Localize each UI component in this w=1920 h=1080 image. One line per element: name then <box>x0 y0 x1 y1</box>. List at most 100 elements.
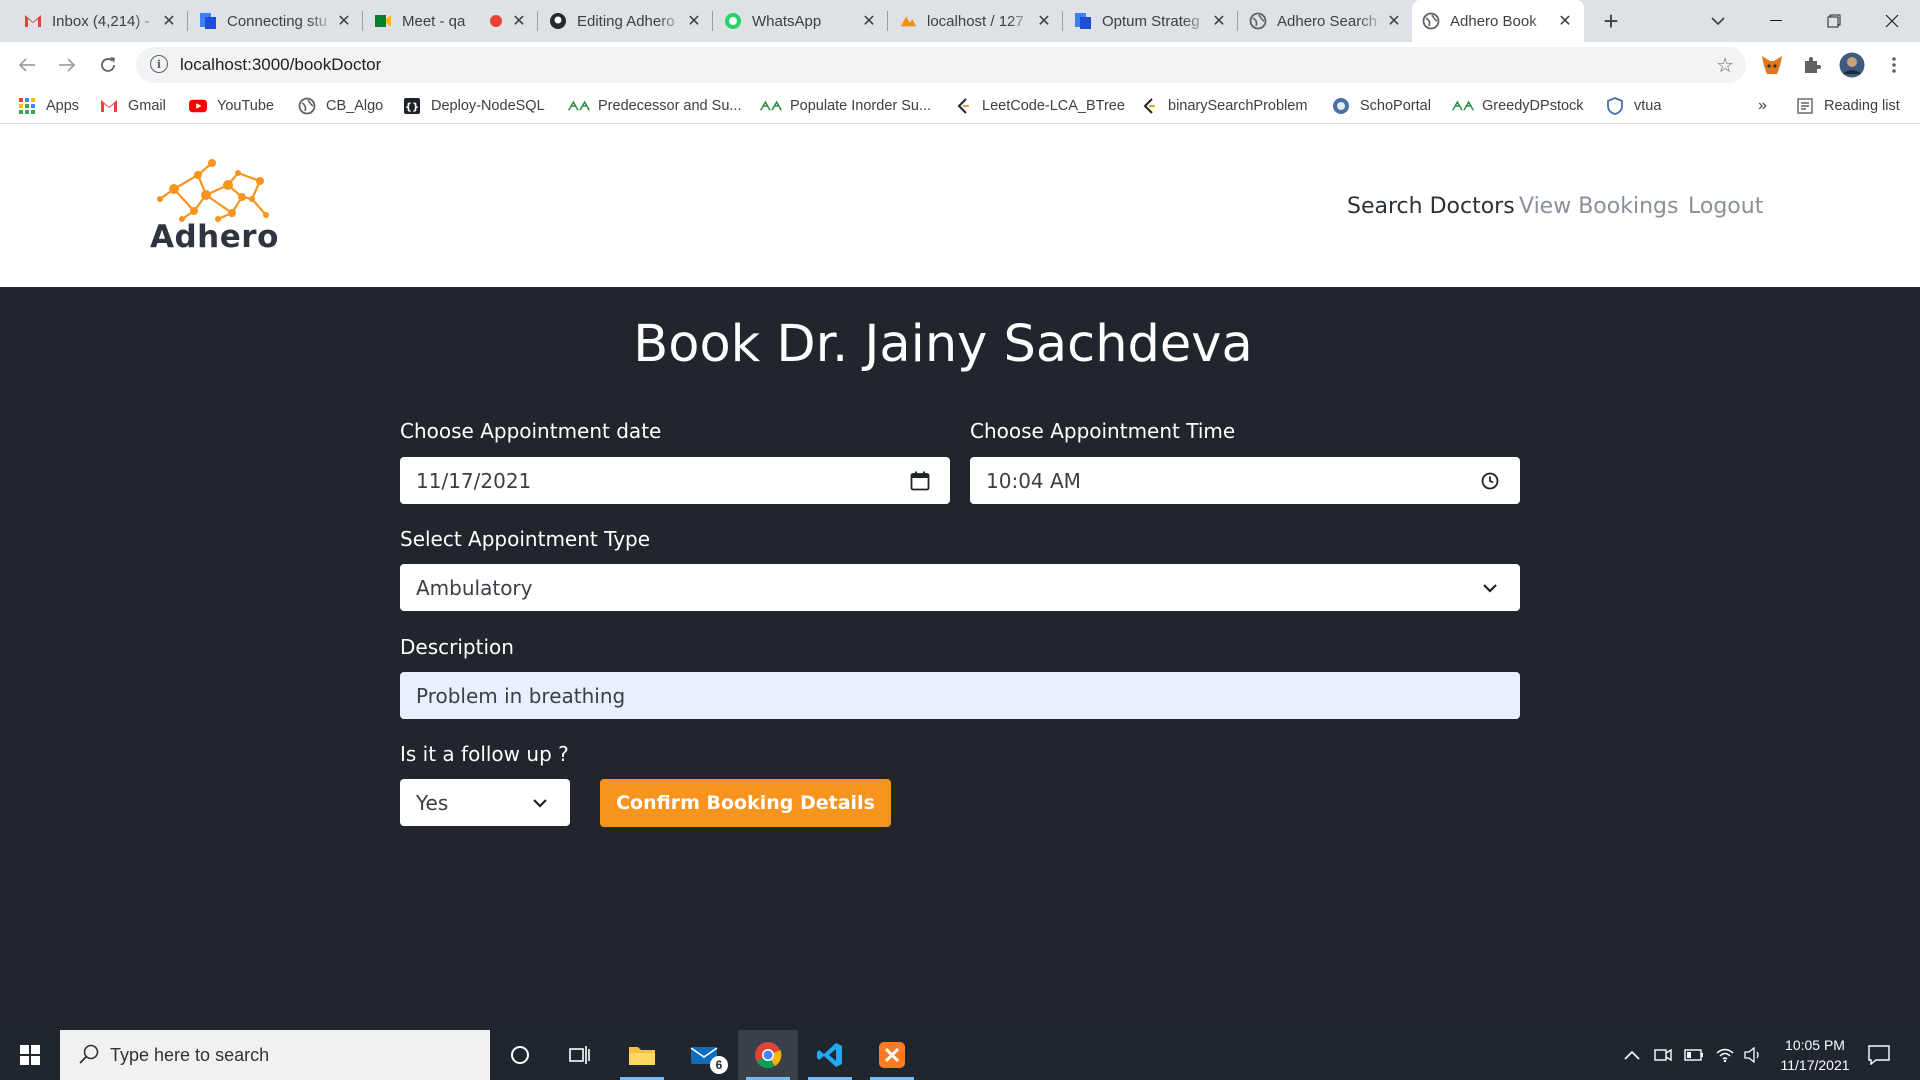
clock-date: 11/17/2021 <box>1780 1057 1850 1073</box>
action-center-button[interactable] <box>1868 1030 1890 1080</box>
profile-avatar[interactable] <box>1838 51 1866 79</box>
vscode-icon <box>817 1043 842 1067</box>
task-view-button[interactable] <box>550 1030 610 1080</box>
bookmark-label: Populate Inorder Su... <box>790 98 932 114</box>
bookmark-schoportal[interactable]: SchoPortal <box>1332 94 1431 118</box>
meet-now-tray[interactable] <box>1654 1030 1672 1080</box>
tab-title: Adhero Book <box>1450 12 1537 30</box>
close-icon[interactable]: ✕ <box>1210 11 1228 31</box>
close-icon[interactable]: ✕ <box>1035 11 1053 31</box>
globe-icon <box>1422 12 1440 30</box>
restore-button[interactable] <box>1806 0 1862 42</box>
xampp-button[interactable] <box>862 1030 922 1080</box>
calendar-icon[interactable] <box>908 469 932 493</box>
tab-search-button[interactable] <box>1690 0 1746 42</box>
bookmark-label: SchoPortal <box>1360 98 1431 114</box>
bookmark-star-icon[interactable]: ☆ <box>1716 53 1734 78</box>
tab-optum[interactable]: Optum Strateg ✕ <box>1064 0 1238 42</box>
info-icon[interactable]: i <box>150 55 168 73</box>
show-hidden-icons-button[interactable] <box>1624 1030 1640 1080</box>
description-label: Description <box>400 635 514 659</box>
vscode-button[interactable] <box>800 1030 860 1080</box>
close-window-button[interactable] <box>1864 0 1920 42</box>
tab-title: Inbox (4,214) - <box>52 12 150 30</box>
taskbar-search-box[interactable]: Type here to search <box>60 1030 490 1080</box>
minimize-button[interactable] <box>1748 0 1804 42</box>
bookmark-greedydpstock[interactable]: ᗅᗅ GreedyDPstock <box>1452 94 1584 118</box>
tab-gmail[interactable]: Inbox (4,214) - ✕ <box>14 0 188 42</box>
avatar-icon <box>1839 52 1865 78</box>
cortana-button[interactable] <box>490 1030 550 1080</box>
metamask-extension[interactable] <box>1758 51 1786 79</box>
browser-menu-button[interactable] <box>1880 51 1908 79</box>
tab-phpmyadmin[interactable]: localhost / 127 ✕ <box>889 0 1063 42</box>
bookmark-deploy-nodesql[interactable]: {} Deploy-NodeSQL <box>403 94 545 118</box>
tab-title: Editing Adhero <box>577 12 675 30</box>
youtube-icon <box>189 97 207 115</box>
tab-title: Connecting stu <box>227 12 328 30</box>
close-icon[interactable]: ✕ <box>860 11 878 31</box>
file-explorer-button[interactable] <box>612 1030 672 1080</box>
bookmark-binary-search[interactable]: binarySearchProblem <box>1140 94 1307 118</box>
taskbar-clock[interactable]: 10:05 PM 11/17/2021 <box>1760 1035 1870 1075</box>
xampp-icon <box>879 1042 905 1068</box>
appointment-date-input[interactable]: 11/17/2021 <box>400 457 950 504</box>
tab-adhero-search[interactable]: Adhero Search ✕ <box>1239 0 1413 42</box>
close-icon[interactable]: ✕ <box>1556 11 1574 31</box>
close-icon[interactable]: ✕ <box>1385 11 1403 31</box>
new-tab-button[interactable]: + <box>1596 6 1626 36</box>
bookmark-predecessor[interactable]: ᗅᗅ Predecessor and Su... <box>568 94 742 118</box>
bookmark-youtube[interactable]: YouTube <box>189 94 274 118</box>
tab-separator <box>187 11 188 31</box>
bookmark-apps[interactable]: Apps <box>18 94 79 118</box>
bookmark-gmail[interactable]: Gmail <box>100 94 166 118</box>
globe-icon <box>298 97 316 115</box>
battery-icon <box>1684 1049 1703 1061</box>
back-button[interactable] <box>12 50 42 80</box>
battery-tray[interactable] <box>1684 1030 1704 1080</box>
appointment-type-select[interactable]: Ambulatory <box>400 564 1520 611</box>
close-icon[interactable]: ✕ <box>510 11 528 31</box>
bookmark-label: binarySearchProblem <box>1168 98 1308 114</box>
followup-select[interactable]: Yes <box>400 779 570 826</box>
tab-adhero-book[interactable]: Adhero Book ✕ <box>1412 0 1584 42</box>
close-icon[interactable]: ✕ <box>335 11 353 31</box>
code-icon: {} <box>403 97 421 115</box>
address-bar[interactable]: i localhost:3000/bookDoctor ☆ <box>136 47 1746 83</box>
close-icon[interactable]: ✕ <box>160 11 178 31</box>
bookmark-cb-algo[interactable]: CB_Algo <box>298 94 383 118</box>
tab-meet[interactable]: Meet - qa ✕ <box>364 0 538 42</box>
clock-icon[interactable] <box>1478 469 1502 493</box>
close-icon[interactable]: ✕ <box>685 11 703 31</box>
logo-text[interactable]: Adhero <box>150 219 279 255</box>
extensions-button[interactable] <box>1798 51 1826 79</box>
bookmark-label: Apps <box>46 98 80 114</box>
bookmark-leetcode-lca[interactable]: LeetCode-LCA_BTree <box>954 94 1125 118</box>
chrome-button[interactable] <box>738 1030 798 1080</box>
tab-connecting[interactable]: Connecting stu ✕ <box>189 0 363 42</box>
nav-logout[interactable]: Logout <box>1688 194 1763 219</box>
reload-button[interactable] <box>93 50 123 80</box>
arrow-right-icon <box>59 58 76 72</box>
more-bookmarks-button[interactable]: » <box>1758 94 1767 118</box>
whatsapp-icon <box>724 12 742 30</box>
reading-list-button[interactable]: Reading list <box>1796 94 1900 118</box>
network-tray[interactable] <box>1716 1030 1734 1080</box>
nav-view-bookings[interactable]: View Bookings <box>1519 194 1678 219</box>
tab-whatsapp[interactable]: WhatsApp ✕ <box>714 0 888 42</box>
leetcode-icon <box>1140 97 1158 115</box>
tab-github[interactable]: Editing Adhero ✕ <box>539 0 713 42</box>
mail-button[interactable]: 6 <box>674 1030 734 1080</box>
bookmark-populate-inorder[interactable]: ᗅᗅ Populate Inorder Su... <box>760 94 932 118</box>
date-value: 11/17/2021 <box>416 468 532 493</box>
confirm-booking-button[interactable]: Confirm Booking Details <box>600 779 891 827</box>
description-input[interactable]: Problem in breathing <box>400 672 1520 719</box>
type-label: Select Appointment Type <box>400 527 651 551</box>
nav-search-doctors[interactable]: Search Doctors <box>1347 194 1515 219</box>
description-value: Problem in breathing <box>416 683 626 708</box>
start-button[interactable] <box>0 1030 60 1080</box>
forward-button[interactable] <box>52 50 82 80</box>
appointment-time-input[interactable]: 10:04 AM <box>970 457 1520 504</box>
tab-title: Optum Strateg <box>1102 12 1200 30</box>
bookmark-vtua[interactable]: vtua <box>1606 94 1661 118</box>
